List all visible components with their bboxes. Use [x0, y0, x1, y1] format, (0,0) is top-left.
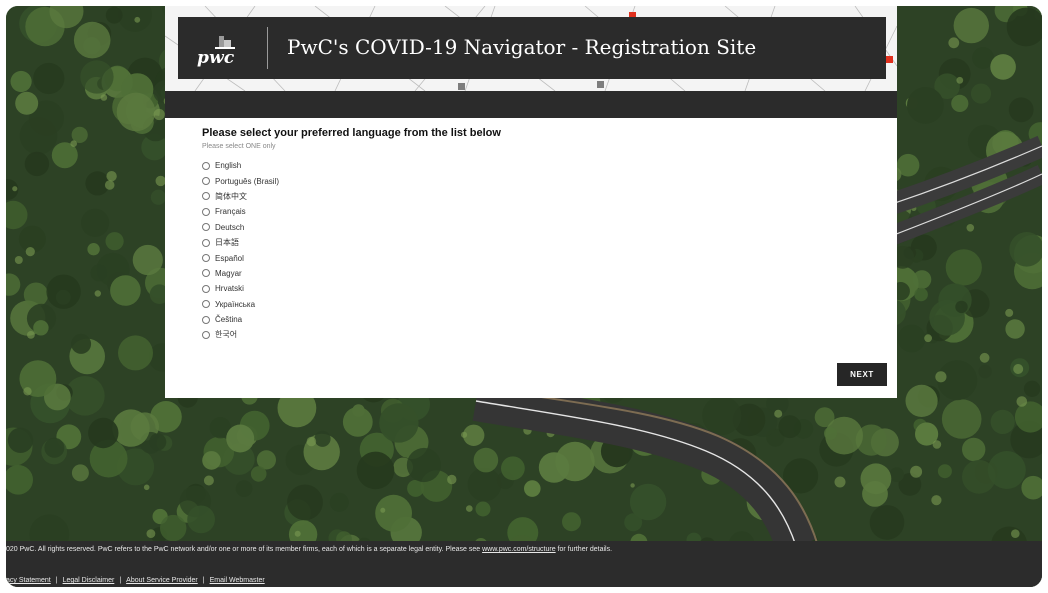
language-option-chinese-simplified[interactable]: 简体中文 — [202, 189, 279, 204]
structure-link[interactable]: www.pwc.com/structure — [482, 546, 556, 553]
site-footer: 020 PwC. All rights reserved. PwC refers… — [6, 541, 1042, 587]
title-divider — [267, 27, 268, 69]
language-option-german[interactable]: Deutsch — [202, 220, 279, 235]
option-label: Deutsch — [215, 222, 245, 232]
next-button[interactable]: NEXT — [837, 363, 887, 386]
language-option-french[interactable]: Français — [202, 204, 279, 219]
link-separator: | — [119, 577, 122, 584]
option-label: Português (Brasil) — [215, 176, 280, 186]
accent-square — [886, 56, 893, 63]
radio-button[interactable] — [202, 300, 210, 309]
site-header: pwc PwC's COVID-19 Navigator - Registrat… — [165, 6, 897, 91]
language-option-czech[interactable]: Čeština — [202, 312, 279, 327]
option-label: Čeština — [215, 315, 243, 325]
language-option-english[interactable]: English — [202, 158, 279, 173]
email-webmaster-link[interactable]: Email Webmaster — [210, 577, 265, 584]
language-option-spanish[interactable]: Español — [202, 250, 279, 265]
link-separator: | — [202, 577, 205, 584]
option-label: Français — [215, 207, 246, 217]
radio-button[interactable] — [202, 254, 210, 263]
title-bar: pwc PwC's COVID-19 Navigator - Registrat… — [178, 17, 886, 79]
legal-disclaimer-link[interactable]: Legal Disclaimer — [63, 577, 115, 584]
option-label: Hrvatski — [215, 284, 244, 294]
radio-button[interactable] — [202, 207, 210, 216]
option-label: Español — [215, 253, 244, 263]
copyright-notice: 020 PwC. All rights reserved. PwC refers… — [6, 546, 612, 553]
language-option-japanese[interactable]: 日本語 — [202, 235, 279, 250]
radio-button[interactable] — [202, 177, 210, 186]
language-options: English Português (Brasil) 简体中文 Français… — [202, 158, 279, 343]
question-title: Please select your preferred language fr… — [202, 127, 501, 139]
language-form: Please select your preferred language fr… — [165, 118, 897, 398]
radio-button[interactable] — [202, 161, 210, 170]
language-option-portuguese[interactable]: Português (Brasil) — [202, 173, 279, 188]
site-title: PwC's COVID-19 Navigator - Registration … — [287, 35, 757, 59]
language-option-croatian[interactable]: Hrvatski — [202, 281, 279, 296]
question-hint: Please select ONE only — [202, 143, 276, 150]
radio-button[interactable] — [202, 284, 210, 293]
radio-button[interactable] — [202, 330, 210, 339]
screenshot-frame: pwc PwC's COVID-19 Navigator - Registrat… — [6, 6, 1042, 587]
copyright-tail: for further details. — [557, 546, 613, 553]
language-option-hungarian[interactable]: Magyar — [202, 266, 279, 281]
language-option-korean[interactable]: 한국어 — [202, 327, 279, 342]
pwc-logo-text: pwc — [197, 48, 235, 68]
language-option-ukrainian[interactable]: Українська — [202, 297, 279, 312]
radio-button[interactable] — [202, 192, 210, 201]
link-separator: | — [55, 577, 58, 584]
radio-button[interactable] — [202, 223, 210, 232]
option-label: 한국어 — [215, 330, 238, 340]
radio-button[interactable] — [202, 315, 210, 324]
radio-button[interactable] — [202, 269, 210, 278]
option-label: 简体中文 — [215, 191, 247, 201]
option-label: Magyar — [215, 268, 242, 278]
option-label: English — [215, 161, 242, 171]
about-service-provider-link[interactable]: About Service Provider — [126, 577, 198, 584]
option-label: Українська — [215, 299, 256, 309]
network-node — [597, 81, 604, 88]
copyright-text: 020 PwC. All rights reserved. PwC refers… — [6, 546, 481, 553]
option-label: 日本語 — [215, 238, 239, 248]
pwc-logo[interactable]: pwc — [197, 34, 245, 68]
nav-band — [165, 91, 897, 118]
radio-button[interactable] — [202, 238, 210, 247]
privacy-statement-link[interactable]: acy Statement — [6, 577, 51, 584]
footer-links: acy Statement | Legal Disclaimer | About Ser… — [6, 577, 265, 584]
network-node — [458, 83, 465, 90]
